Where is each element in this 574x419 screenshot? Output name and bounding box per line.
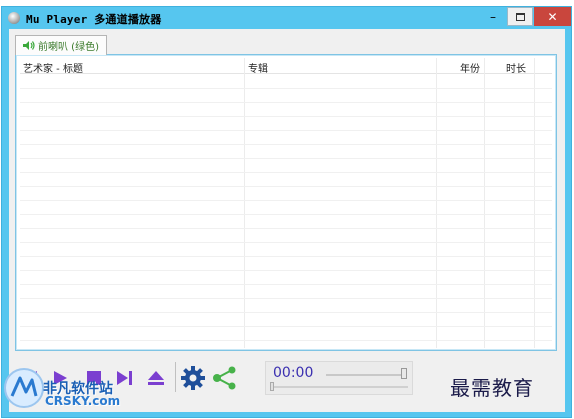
- title-bar[interactable]: Mu Player 多通道播放器 – ✕: [2, 7, 571, 29]
- row-gridline: [20, 158, 552, 159]
- row-gridline: [20, 340, 552, 341]
- watermark-right-text: 最需教育: [450, 376, 534, 400]
- watermark-logo: 非凡软件站 CRSKY.com: [0, 360, 130, 416]
- column-header-artist-title[interactable]: 艺术家 - 标题: [23, 60, 83, 75]
- row-gridline: [20, 256, 552, 257]
- row-gridline: [20, 228, 552, 229]
- row-gridline: [20, 130, 552, 131]
- row-gridline: [20, 144, 552, 145]
- seek-bar[interactable]: [272, 386, 408, 388]
- maximize-button[interactable]: [507, 7, 533, 26]
- eject-icon: [148, 371, 164, 385]
- share-button[interactable]: [211, 364, 239, 392]
- column-header-album[interactable]: 专辑: [248, 60, 268, 75]
- row-gridline: [20, 172, 552, 173]
- column-header-year[interactable]: 年份: [460, 60, 480, 75]
- row-gridline: [20, 312, 552, 313]
- client-area: 前喇叭 (绿色) 艺术家 - 标题 专辑 年份 时长 00:00: [9, 29, 565, 412]
- toolbar-separator: [175, 362, 176, 392]
- watermark-domain: CRSKY.com: [45, 394, 121, 408]
- row-gridline: [20, 242, 552, 243]
- tab-label: 前喇叭 (绿色): [38, 42, 99, 53]
- seek-bar-thumb[interactable]: [270, 382, 274, 391]
- close-button[interactable]: ✕: [534, 7, 571, 26]
- row-gridline: [20, 214, 552, 215]
- playlist-table[interactable]: 艺术家 - 标题 专辑 年份 时长: [15, 54, 557, 351]
- time-panel: 00:00: [265, 361, 413, 395]
- column-header-duration[interactable]: 时长: [506, 60, 526, 75]
- speaker-icon: [23, 41, 35, 50]
- share-icon: [213, 366, 236, 390]
- row-gridline: [20, 326, 552, 327]
- row-gridline: [20, 284, 552, 285]
- window-title: Mu Player 多通道播放器: [26, 13, 162, 26]
- gear-icon: [181, 366, 205, 390]
- maximize-icon: [515, 12, 525, 21]
- minimize-button[interactable]: –: [480, 7, 506, 26]
- volume-slider[interactable]: [326, 374, 406, 376]
- app-window: Mu Player 多通道播放器 – ✕ 前喇叭 (绿色) 艺术家 - 标题 专…: [1, 6, 572, 418]
- settings-button[interactable]: [179, 364, 207, 392]
- row-gridline: [20, 186, 552, 187]
- row-gridline: [20, 116, 552, 117]
- eject-button[interactable]: [145, 367, 167, 389]
- volume-slider-thumb[interactable]: [401, 368, 407, 379]
- row-gridline: [20, 102, 552, 103]
- playlist-header: 艺术家 - 标题 专辑 年份 时长: [20, 58, 552, 75]
- time-display: 00:00: [273, 365, 314, 381]
- app-icon: [8, 12, 20, 24]
- row-gridline: [20, 270, 552, 271]
- watermark-logo-icon: [4, 368, 44, 408]
- row-gridline: [20, 298, 552, 299]
- row-gridline: [20, 88, 552, 89]
- row-gridline: [20, 200, 552, 201]
- tab-front-speaker[interactable]: 前喇叭 (绿色): [15, 35, 107, 55]
